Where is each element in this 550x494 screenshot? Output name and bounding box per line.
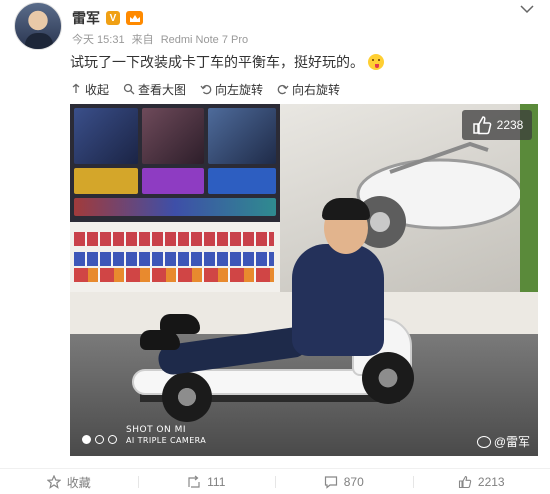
kart-wheel	[362, 352, 414, 404]
camera-line: AI TRIPLE CAMERA	[126, 435, 207, 445]
collapse-button[interactable]: 收起	[70, 81, 109, 98]
zoom-icon	[123, 83, 135, 95]
post-source[interactable]: Redmi Note 7 Pro	[161, 34, 248, 46]
comment-button[interactable]: 870	[275, 470, 413, 494]
product-boxes	[74, 232, 274, 246]
collapse-label: 收起	[85, 82, 110, 97]
rotate-left-icon	[200, 84, 212, 95]
post-meta: 今天 15:31 来自 Redmi Note 7 Pro	[72, 31, 252, 47]
comment-icon	[324, 476, 337, 489]
tv-screen	[74, 108, 138, 164]
username[interactable]: 雷军	[72, 8, 100, 28]
repost-button[interactable]: 111	[137, 470, 276, 494]
tv-screen	[142, 168, 204, 194]
rotate-right-icon	[277, 84, 289, 95]
tv-screen	[74, 198, 276, 216]
tv-screen	[208, 168, 276, 194]
repost-icon	[188, 475, 200, 488]
collapse-icon	[72, 83, 80, 93]
watermark-text: @雷军	[493, 435, 530, 449]
thumb-up-icon	[458, 475, 472, 489]
rotate-right-label: 向右旋转	[292, 82, 341, 97]
rider-torso	[292, 244, 384, 356]
comment-count: 870	[343, 475, 364, 489]
image-toolbar: 收起 查看大图 向左旋转 向右旋转	[70, 80, 340, 98]
photo-like-button[interactable]: 2238	[462, 110, 532, 140]
page-dot[interactable]	[95, 435, 104, 444]
tongue-emoji-icon	[368, 54, 384, 70]
like-button[interactable]: 2213	[412, 470, 550, 494]
repost-count: 111	[207, 475, 226, 489]
tv-screen	[208, 108, 276, 164]
star-icon	[46, 475, 61, 489]
thumb-up-icon	[472, 116, 491, 135]
view-large-button[interactable]: 查看大图	[123, 81, 186, 98]
post-time[interactable]: 今天 15:31	[72, 34, 125, 46]
favorite-button[interactable]: 收藏	[0, 470, 138, 494]
tv-screen	[142, 108, 204, 164]
tv-screen	[74, 168, 138, 194]
chevron-down-icon[interactable]	[520, 4, 534, 14]
like-count: 2213	[477, 475, 505, 489]
footer-divider	[0, 468, 550, 469]
weibo-logo-icon	[476, 435, 491, 448]
weibo-watermark: @雷军	[476, 433, 530, 450]
product-boxes	[74, 252, 274, 266]
rotate-left-button[interactable]: 向左旋转	[200, 81, 263, 98]
source-prefix: 来自	[131, 34, 154, 46]
photo-page-dots	[82, 435, 117, 444]
rider-hair	[322, 198, 370, 220]
camera-watermark: SHOT ON MI AI TRIPLE CAMERA	[126, 425, 206, 445]
product-boxes	[74, 268, 274, 282]
kart-wheel	[162, 372, 212, 422]
rotate-right-button[interactable]: 向右旋转	[277, 81, 340, 98]
post-photo[interactable]: 2238 SHOT ON MI AI TRIPLE CAMERA @雷军	[70, 104, 538, 456]
rotate-left-label: 向左旋转	[215, 82, 264, 97]
user-line: 雷军 V	[72, 8, 143, 28]
rider-shoe	[160, 314, 200, 334]
weibo-post-card: 雷军 V 今天 15:31 来自 Redmi Note 7 Pro 试玩了一下改…	[0, 0, 550, 494]
page-dot[interactable]	[82, 435, 91, 444]
shot-on-line: SHOT ON MI	[126, 425, 187, 436]
post-header: 雷军 V 今天 15:31 来自 Redmi Note 7 Pro	[14, 2, 534, 50]
favorite-label: 收藏	[66, 475, 91, 490]
photo-like-count: 2238	[496, 118, 524, 132]
page-dot[interactable]	[108, 435, 117, 444]
post-text-content: 试玩了一下改装成卡丁车的平衡车，挺好玩的。	[70, 54, 364, 70]
verified-badge-icon: V	[106, 11, 120, 25]
view-large-label: 查看大图	[138, 82, 187, 97]
post-actions: 收藏 111 870 2213	[0, 470, 550, 494]
member-crown-icon[interactable]	[126, 11, 143, 25]
post-text: 试玩了一下改装成卡丁车的平衡车，挺好玩的。	[70, 52, 384, 72]
avatar[interactable]	[14, 2, 62, 50]
